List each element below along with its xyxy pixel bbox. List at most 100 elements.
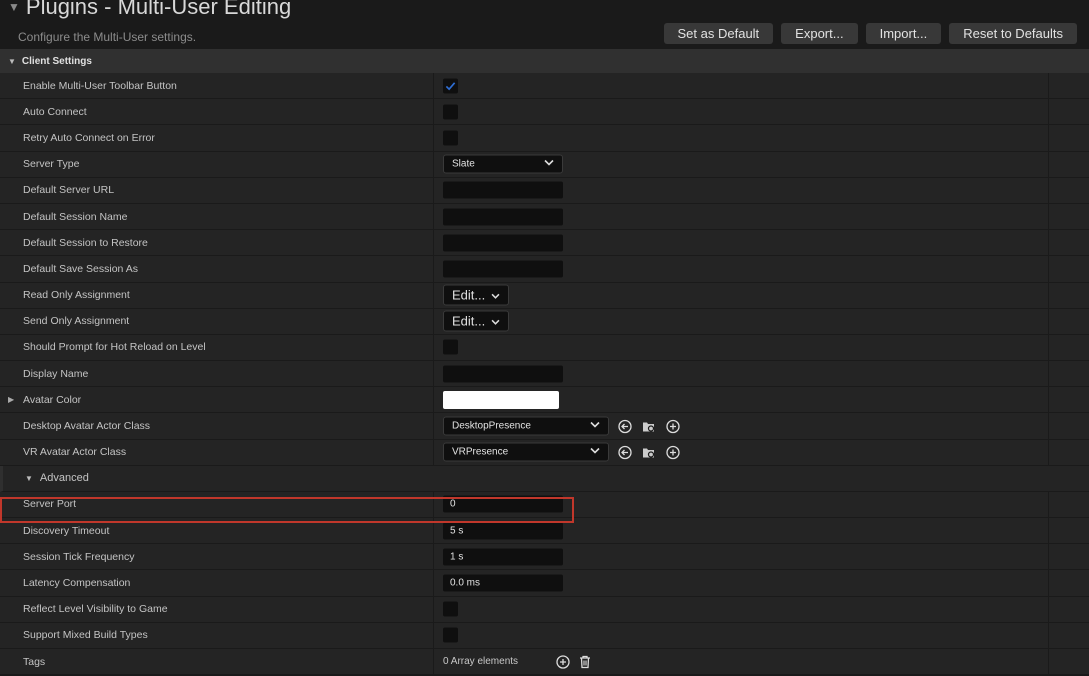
retry-auto-connect-checkbox[interactable] (443, 130, 458, 146)
reset-cell (1048, 439, 1089, 465)
reset-cell (1048, 570, 1089, 596)
prompt-hot-reload-checkbox[interactable] (443, 339, 458, 355)
value-cell (433, 387, 1049, 413)
value-cell (433, 125, 1049, 151)
collapse-icon[interactable]: ▼ (8, 0, 20, 14)
reset-cell (1048, 518, 1089, 544)
dropdown-value: Slate (452, 158, 475, 170)
reset-cell (1048, 99, 1089, 125)
default-session-name-input[interactable] (443, 208, 563, 226)
row-default-server-url: Default Server URL (0, 177, 1089, 204)
row-default-session-restore: Default Session to Restore (0, 230, 1089, 257)
checkmark-icon (445, 81, 456, 91)
chevron-down-icon (590, 447, 600, 458)
set-as-default-button[interactable]: Set as Default (663, 23, 774, 44)
value-cell: Edit... (433, 308, 1049, 334)
advanced-title: Advanced (39, 472, 89, 485)
reflect-level-visibility-checkbox[interactable] (443, 601, 458, 617)
value-cell: Edit... (433, 282, 1049, 308)
tags-array-control: 0 Array elements (443, 654, 593, 670)
row-default-save-session: Default Save Session As (0, 256, 1089, 283)
row-vr-avatar-class: VR Avatar Actor Class VRPresence (0, 439, 1089, 466)
enable-toolbar-checkbox[interactable] (443, 78, 458, 94)
export-button[interactable]: Export... (781, 23, 858, 44)
dropdown-value: DesktopPresence (452, 420, 531, 432)
value-cell: DesktopPresence (433, 413, 1049, 439)
value-cell: 0 (433, 491, 1049, 517)
page-subtitle: Configure the Multi-User settings. (18, 30, 197, 44)
row-label: Session Tick Frequency (23, 550, 135, 563)
row-label-text: Avatar Color (23, 393, 82, 406)
trash-icon[interactable] (577, 654, 593, 670)
value-cell (433, 177, 1049, 203)
row-label: Retry Auto Connect on Error (23, 131, 155, 144)
row-label: Default Server URL (23, 184, 115, 197)
chevron-down-icon (491, 314, 500, 329)
page-header: ▼ Plugins - Multi-User Editing Configure… (0, 0, 1089, 49)
session-tick-frequency-input[interactable]: 1 s (443, 548, 563, 566)
default-session-restore-input[interactable] (443, 234, 563, 252)
server-port-input[interactable]: 0 (443, 495, 563, 513)
browse-folder-icon[interactable] (641, 418, 657, 434)
desktop-avatar-class-dropdown[interactable]: DesktopPresence (443, 416, 609, 436)
vr-avatar-class-picker: VRPresence (443, 442, 681, 462)
expand-arrow-icon[interactable]: ▶ (8, 395, 14, 404)
reset-cell (1048, 308, 1089, 334)
row-label: Default Save Session As (23, 262, 138, 275)
value-cell (433, 230, 1049, 256)
add-new-icon[interactable] (665, 418, 681, 434)
use-selected-arrow-icon[interactable] (617, 418, 633, 434)
row-read-only-assignment: Read Only Assignment Edit... (0, 282, 1089, 309)
row-display-name: Display Name (0, 361, 1089, 388)
edit-label: Edit... (452, 313, 486, 329)
reset-cell (1048, 203, 1089, 230)
value-cell: Slate (433, 151, 1049, 177)
row-label: Desktop Avatar Actor Class (23, 420, 151, 433)
reset-cell (1048, 73, 1089, 99)
array-count: 0 Array elements (443, 656, 519, 668)
value-cell: 1 s (433, 544, 1049, 570)
add-new-icon[interactable] (665, 444, 681, 460)
row-label: Latency Compensation (23, 576, 131, 589)
default-server-url-input[interactable] (443, 181, 563, 199)
avatar-color-swatch[interactable] (443, 390, 559, 409)
support-mixed-build-checkbox[interactable] (443, 627, 458, 643)
row-label: Display Name (23, 367, 89, 380)
value-cell (433, 256, 1049, 282)
reset-cell (1048, 177, 1089, 203)
auto-connect-checkbox[interactable] (443, 104, 458, 120)
value-cell: VRPresence (433, 439, 1049, 465)
browse-folder-icon[interactable] (641, 444, 657, 460)
reset-cell (1048, 413, 1089, 439)
row-label: Auto Connect (23, 105, 87, 118)
display-name-input[interactable] (443, 365, 563, 383)
row-label: Default Session to Restore (23, 236, 148, 249)
row-prompt-hot-reload: Should Prompt for Hot Reload on Level (0, 334, 1089, 362)
vr-avatar-class-dropdown[interactable]: VRPresence (443, 442, 609, 462)
use-selected-arrow-icon[interactable] (617, 444, 633, 460)
value-cell (433, 622, 1049, 648)
server-type-dropdown[interactable]: Slate (443, 154, 563, 174)
row-label: VR Avatar Actor Class (23, 446, 127, 459)
read-only-edit-button[interactable]: Edit... (443, 284, 510, 306)
reset-cell (1048, 544, 1089, 570)
import-button[interactable]: Import... (865, 23, 942, 44)
reset-to-defaults-button[interactable]: Reset to Defaults (949, 23, 1077, 44)
send-only-edit-button[interactable]: Edit... (443, 310, 510, 332)
add-element-icon[interactable] (555, 654, 571, 670)
default-save-session-input[interactable] (443, 260, 563, 278)
row-server-port: Server Port 0 (0, 491, 1089, 518)
latency-compensation-input[interactable]: 0.0 ms (443, 574, 563, 592)
row-label: Reflect Level Visibility to Game (23, 603, 168, 616)
reset-cell (1048, 282, 1089, 308)
advanced-subsection-header[interactable]: ▼ Advanced (0, 465, 1089, 492)
collapse-arrow-icon[interactable]: ▼ (25, 474, 33, 483)
value-cell (433, 99, 1049, 125)
collapse-arrow-icon[interactable]: ▼ (8, 57, 16, 66)
row-label: Discovery Timeout (23, 524, 110, 537)
discovery-timeout-input[interactable]: 5 s (443, 522, 563, 540)
reset-cell (1048, 596, 1089, 622)
edit-label: Edit... (452, 287, 486, 303)
client-settings-section-header[interactable]: ▼ Client Settings (0, 49, 1089, 73)
row-support-mixed-build: Support Mixed Build Types (0, 622, 1089, 649)
